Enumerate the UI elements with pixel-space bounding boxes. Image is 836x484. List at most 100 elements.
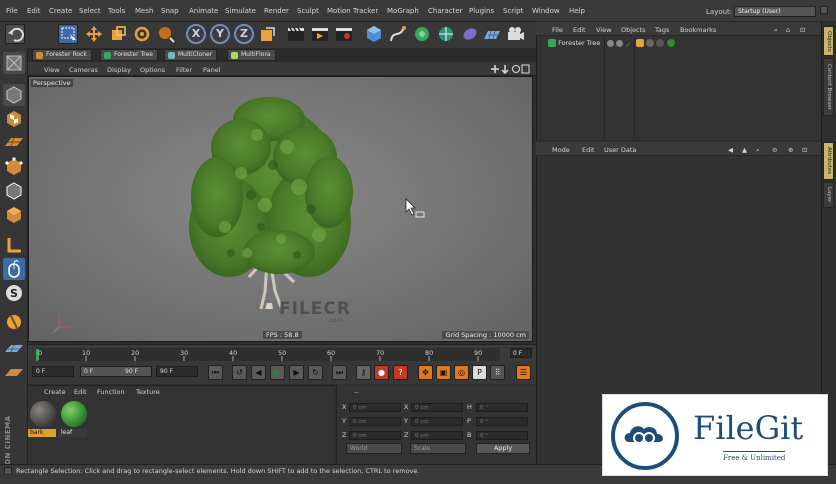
play-button[interactable]: ▶ (270, 365, 285, 380)
viewport-menu-view[interactable]: View (44, 66, 59, 74)
object-search-icon[interactable]: ⌕ (774, 26, 778, 35)
start-frame-field[interactable]: 0 F (32, 366, 74, 377)
material-bark-swatch[interactable] (30, 401, 56, 427)
menu-script[interactable]: Script (503, 7, 523, 15)
menu-edit[interactable]: Edit (27, 7, 41, 15)
menu-simulate[interactable]: Simulate (225, 7, 256, 15)
coord-pos-x-field[interactable]: 0 cm (349, 403, 401, 412)
tab-layer[interactable]: Layer (823, 182, 834, 208)
object-filter-icon[interactable]: ⊡ (800, 26, 805, 34)
render-settings-button[interactable] (334, 24, 354, 44)
end-frame-field[interactable]: 90 F (156, 366, 198, 377)
window-restore-button[interactable] (820, 6, 828, 14)
lock-workplane-button[interactable] (3, 340, 25, 362)
coord-space-dropdown[interactable]: World (346, 443, 402, 454)
3d-viewport[interactable]: Perspective FILECR .com FPS: 58.8 Grid … (28, 76, 533, 342)
tab-content-browser[interactable]: Content Browser (823, 58, 834, 116)
material-menu-function[interactable]: Function (97, 388, 125, 396)
next-frame-button[interactable]: ▶ (289, 365, 304, 380)
coord-scale-dropdown[interactable]: Scale (410, 443, 466, 454)
planar-workplane-button[interactable] (3, 364, 25, 386)
apply-button[interactable]: Apply (476, 443, 530, 454)
viewport-nav-icons[interactable] (490, 64, 530, 74)
recent-tools-button[interactable] (156, 24, 176, 44)
snap-button[interactable]: S (3, 282, 25, 304)
polygons-mode-button[interactable] (3, 204, 25, 226)
add-deformer-button[interactable] (460, 24, 480, 44)
object-menu-file[interactable]: File (552, 26, 563, 34)
axis-x-button[interactable]: X (186, 24, 206, 44)
leaf-material-tag-icon[interactable] (666, 39, 675, 47)
tab-forester-tree[interactable]: Forester Tree (100, 49, 158, 61)
menu-help[interactable]: Help (569, 7, 585, 15)
coord-rot-h-field[interactable]: 0 ° (476, 403, 528, 412)
axis-mode-button[interactable] (3, 234, 25, 256)
menu-create[interactable]: Create (49, 7, 72, 15)
menu-render[interactable]: Render (264, 7, 289, 15)
add-floor-button[interactable] (482, 24, 502, 44)
next-key-button[interactable]: ↻ (308, 365, 323, 380)
tab-objects[interactable]: Objects (823, 26, 834, 56)
material-menu-create[interactable]: Create (44, 388, 66, 396)
material-bark-label[interactable]: bark (28, 429, 56, 437)
expand-icon[interactable]: ⊡ (802, 146, 807, 154)
timeline-menu-button[interactable]: ☰ (516, 365, 531, 380)
texture-mode-button[interactable] (3, 108, 25, 130)
material-leaf-swatch[interactable] (61, 401, 87, 427)
add-camera-button[interactable] (506, 24, 526, 44)
render-picture-viewer-button[interactable] (310, 24, 330, 44)
menu-tools[interactable]: Tools (108, 7, 125, 15)
coord-rot-p-field[interactable]: 0 ° (476, 417, 528, 426)
add-array-button[interactable] (436, 24, 456, 44)
previous-key-button[interactable]: ↺ (232, 365, 247, 380)
autokey-button[interactable]: ● (374, 365, 389, 380)
add-cube-button[interactable] (364, 24, 384, 44)
object-menu-objects[interactable]: Objects (621, 26, 646, 34)
coord-rot-b-field[interactable]: 0 ° (476, 431, 528, 440)
object-tags[interactable] (636, 39, 684, 49)
current-frame-field[interactable]: 0 F (510, 348, 532, 358)
up-arrow-icon[interactable]: ▲ (742, 146, 747, 154)
menu-file[interactable]: File (6, 7, 18, 15)
keyframe-selection-button[interactable]: ? (393, 365, 408, 380)
object-menu-tags[interactable]: Tags (655, 26, 669, 34)
tweak-mode-button[interactable] (3, 258, 25, 280)
key-parameter-button[interactable]: P (472, 365, 487, 380)
axis-z-button[interactable]: Z (234, 24, 254, 44)
key-position-button[interactable]: ✥ (418, 365, 433, 380)
menu-animate[interactable]: Animate (189, 7, 218, 15)
lock-icon[interactable]: ⊖ (772, 146, 777, 154)
object-home-icon[interactable]: ⌂ (786, 26, 790, 34)
layout-select[interactable]: Startup (User) (734, 6, 816, 17)
menu-snap[interactable]: Snap (161, 7, 179, 15)
tab-multiflora[interactable]: MultiFlora (227, 49, 276, 61)
coord-size-z-field[interactable]: 0 cm (411, 431, 463, 440)
go-to-end-button[interactable]: ⏭ (332, 365, 347, 380)
coord-size-x-field[interactable]: 0 cm (411, 403, 463, 412)
bark-material-tag-icon[interactable] (646, 39, 655, 47)
search-icon[interactable]: ⌕ (756, 146, 760, 155)
make-editable-button[interactable] (3, 52, 25, 74)
coord-pos-z-field[interactable]: 0 cm (349, 431, 401, 440)
menu-sculpt[interactable]: Sculpt (297, 7, 319, 15)
object-visibility-toggles[interactable]: ✓ (607, 40, 633, 49)
material-leaf-label[interactable]: leaf (59, 429, 87, 437)
menu-window[interactable]: Window (532, 7, 560, 15)
menu-plugins[interactable]: Plugins (469, 7, 494, 15)
menu-mograph[interactable]: MoGraph (387, 7, 419, 15)
coordinate-system-button[interactable] (258, 24, 278, 44)
coord-size-y-field[interactable]: 0 cm (411, 417, 463, 426)
select-tool-button[interactable] (58, 24, 78, 44)
add-nurbs-button[interactable] (412, 24, 432, 44)
attribute-menu-user-data[interactable]: User Data (604, 146, 636, 154)
add-spline-button[interactable] (388, 24, 408, 44)
sculpt-button[interactable] (3, 310, 25, 332)
tab-multicloner[interactable]: MultiCloner (164, 49, 218, 61)
material-tag-icon[interactable] (656, 39, 665, 47)
key-pla-button[interactable]: ⠿ (490, 365, 505, 380)
material-menu-texture[interactable]: Texture (136, 388, 160, 396)
object-name[interactable]: Forester Tree (558, 39, 600, 47)
attribute-menu-edit[interactable]: Edit (582, 146, 595, 154)
object-menu-view[interactable]: View (596, 26, 611, 34)
menu-character[interactable]: Character (428, 7, 463, 15)
